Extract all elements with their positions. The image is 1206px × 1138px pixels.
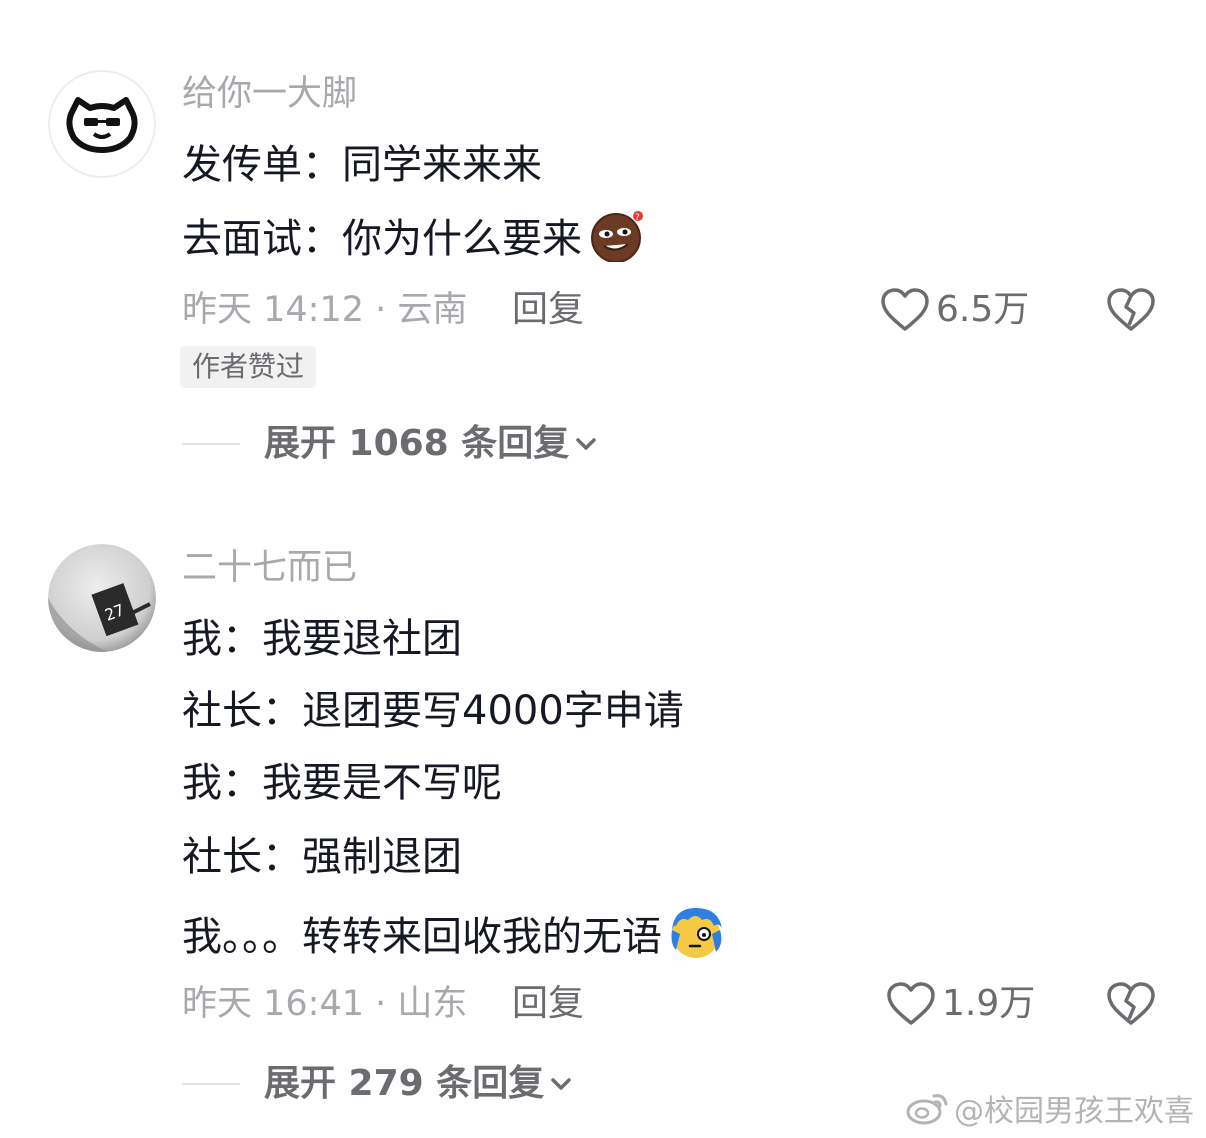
dislike-button[interactable] (1106, 981, 1156, 1031)
comment-meta: 昨天 14:12 · 云南 (182, 290, 468, 330)
reply-button[interactable]: 回复 (512, 982, 584, 1026)
avatar[interactable] (48, 70, 156, 178)
username[interactable]: 二十七而已 (182, 546, 357, 590)
photo-avatar-icon: 27 (48, 544, 156, 652)
comment-meta: 昨天 16:41 · 山东 (182, 984, 468, 1024)
chevron-down-icon (576, 438, 597, 450)
username[interactable]: 给你一大脚 (182, 72, 357, 116)
dislike-button[interactable] (1106, 287, 1156, 337)
like-button[interactable]: 1.9万 (886, 981, 1035, 1027)
like-button[interactable]: 6.5万 (880, 287, 1029, 333)
expand-replies-label: 展开 279 条回复 (264, 1063, 545, 1104)
comment-text-line-content: 我。。。转转来回收我的无语 (182, 914, 662, 960)
comment-text-line: 发传单：同学来来来 (182, 142, 542, 188)
divider (182, 1083, 240, 1085)
comment-text-line: 我。。。转转来回收我的无语 (182, 904, 726, 974)
chevron-down-icon (551, 1078, 571, 1090)
heart-outline-icon (887, 982, 935, 1025)
divider (182, 443, 240, 445)
comment-text-line: 社长：强制退团 (182, 834, 462, 880)
reply-button[interactable]: 回复 (512, 288, 584, 332)
comment-text-line: 我：我要退社团 (182, 616, 462, 662)
broken-heart-icon (1107, 982, 1155, 1025)
like-count: 6.5万 (936, 289, 1030, 330)
speechless-emoji-icon (666, 904, 726, 974)
expand-replies-button[interactable]: 展开 279 条回复 (182, 1062, 574, 1106)
comment-text-line: 去面试：你为什么要来? (182, 210, 646, 276)
expand-replies-label: 展开 1068 条回复 (264, 423, 570, 464)
comment-text-line: 社长：退团要写4000字申请 (182, 688, 684, 734)
watermark: @校园男孩王欢喜 (906, 1086, 1194, 1130)
smirk-emoji-icon: ? (586, 210, 646, 276)
comment-text-line-content: 去面试：你为什么要来 (182, 216, 582, 262)
broken-heart-icon (1107, 288, 1155, 331)
comment-text-line: 我：我要是不写呢 (182, 760, 502, 806)
author-liked-badge: 作者赞过 (180, 346, 317, 388)
watermark-text: @校园男孩王欢喜 (954, 1094, 1194, 1129)
avatar[interactable]: 27 (48, 544, 156, 652)
expand-replies-button[interactable]: 展开 1068 条回复 (182, 422, 599, 466)
svg-text:?: ? (635, 213, 640, 223)
weibo-logo-icon (906, 1094, 948, 1125)
like-count: 1.9万 (942, 983, 1036, 1024)
heart-outline-icon (881, 288, 929, 331)
cat-avatar-icon (48, 70, 156, 178)
